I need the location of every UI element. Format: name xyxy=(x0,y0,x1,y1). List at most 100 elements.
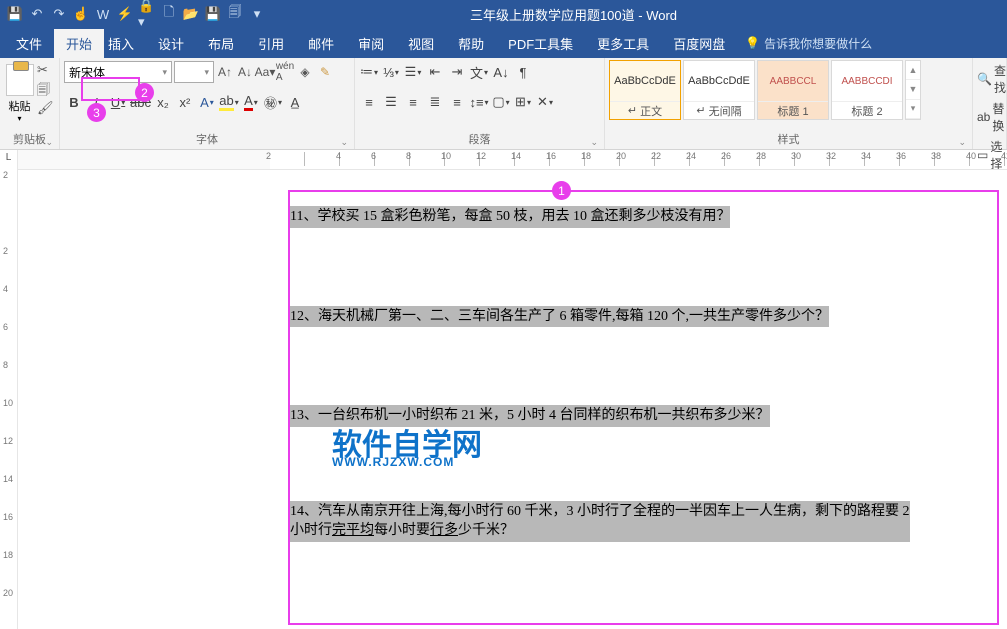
highlight-button[interactable]: ab▾ xyxy=(219,91,239,113)
style-preview: AaBbCcDdE xyxy=(684,61,754,101)
saveall-icon[interactable]: 🗐 xyxy=(226,5,244,23)
tab-mailings[interactable]: 邮件 xyxy=(296,29,346,58)
distribute-button[interactable]: ≡ xyxy=(447,91,467,113)
numbering-button[interactable]: ⅓▾ xyxy=(381,61,401,83)
vertical-ruler[interactable]: 22468101214161820 xyxy=(0,170,18,629)
style-preview: AABBCCL xyxy=(758,61,828,101)
text-line[interactable]: 12、海天机械厂第一、二、三车间各生产了 6 箱零件,每箱 120 个,一共生产… xyxy=(290,306,829,328)
snap-button[interactable]: ✕▾ xyxy=(535,91,555,113)
tab-layout[interactable]: 布局 xyxy=(196,29,246,58)
tab-baidu[interactable]: 百度网盘 xyxy=(661,29,737,58)
lock-icon[interactable]: 🔒▾ xyxy=(138,5,156,23)
tab-view[interactable]: 视图 xyxy=(396,29,446,58)
format-painter-icon[interactable]: 🖌 xyxy=(37,100,55,116)
replace-icon: ab xyxy=(977,110,990,124)
multilevel-button[interactable]: ☰▾ xyxy=(403,61,423,83)
style-heading2[interactable]: AABBCCDI 标题 2 xyxy=(831,60,903,120)
sort-button[interactable]: A↓ xyxy=(491,61,511,83)
text-direction-button[interactable]: 文▾ xyxy=(469,61,489,83)
find-button[interactable]: 🔍查找 xyxy=(977,62,1006,96)
page[interactable]: 1 2 3 11、学校买 15 盒彩色粉笔，每盒 50 枝，用去 10 盒还剩多… xyxy=(270,170,1007,629)
paste-button[interactable]: 粘贴 ▾ xyxy=(4,60,35,126)
style-heading1[interactable]: AABBCCL 标题 1 xyxy=(757,60,829,120)
align-justify-button[interactable]: ≣ xyxy=(425,91,445,113)
subscript-button[interactable]: x₂ xyxy=(153,91,173,113)
ruler-corner[interactable]: L xyxy=(0,150,18,170)
copy-icon[interactable]: 🗐 xyxy=(37,81,55,97)
align-left-button[interactable]: ≡ xyxy=(359,91,379,113)
tell-me[interactable]: 💡 告诉我你想要做什么 xyxy=(745,35,872,52)
eraser-icon[interactable]: ✎ xyxy=(316,62,334,82)
increase-indent-button[interactable]: ⇥ xyxy=(447,61,467,83)
decrease-indent-button[interactable]: ⇤ xyxy=(425,61,445,83)
tab-help[interactable]: 帮助 xyxy=(446,29,496,58)
phonetic-icon[interactable]: wénA xyxy=(276,62,294,82)
font-size-combo[interactable]: ▾ xyxy=(174,61,214,83)
group-paragraph: ≔▾ ⅓▾ ☰▾ ⇤ ⇥ 文▾ A↓ ¶ ≡ ☰ ≡ ≣ ≡ ↕≡▾ ▢▾ ⊞▾… xyxy=(355,58,605,149)
tab-review[interactable]: 审阅 xyxy=(346,29,396,58)
tab-references[interactable]: 引用 xyxy=(246,29,296,58)
style-gallery: AaBbCcDdE ↵正文 AaBbCcDdE ↵无间隔 AABBCCL 标题 … xyxy=(609,60,921,124)
undo-icon[interactable]: ↶ xyxy=(28,5,46,23)
style-expand-icon[interactable]: ▾ xyxy=(906,100,920,119)
customize-icon[interactable]: ▾ xyxy=(248,5,266,23)
shading-button[interactable]: ▢▾ xyxy=(491,91,511,113)
style-name-label: 标题 2 xyxy=(832,101,902,119)
borders-button[interactable]: ⊞▾ xyxy=(513,91,533,113)
text-effects-button[interactable]: A▾ xyxy=(197,91,217,113)
document-area: 22468101214161820 1 2 3 11、学校买 15 盒彩色粉笔，… xyxy=(0,170,1007,629)
cut-icon[interactable]: ✂ xyxy=(37,62,55,78)
group-font: 新宋体▾ ▾ A↑ A↓ Aa▾ wénA ◈ ✎ B I U▾ abc x₂ … xyxy=(60,58,355,149)
align-right-button[interactable]: ≡ xyxy=(403,91,423,113)
tab-moretools[interactable]: 更多工具 xyxy=(585,29,661,58)
show-marks-button[interactable]: ¶ xyxy=(513,61,533,83)
replace-button[interactable]: ab替换 xyxy=(977,100,1006,134)
shrink-font-icon[interactable]: A↓ xyxy=(236,62,254,82)
style-down-icon[interactable]: ▼ xyxy=(906,80,920,99)
search-icon: 🔍 xyxy=(977,72,992,86)
style-nospacing[interactable]: AaBbCcDdE ↵无间隔 xyxy=(683,60,755,120)
style-preview: AaBbCcDdE xyxy=(610,61,680,101)
style-name-label: 标题 1 xyxy=(758,101,828,119)
text-line[interactable]: 13、一台织布机一小时织布 21 米，5 小时 4 台同样的织布机一共织布多少米… xyxy=(290,405,770,427)
style-name-label: 正文 xyxy=(640,103,662,119)
annotation-callout-2: 2 xyxy=(135,83,154,102)
char-border-button[interactable]: A̲ xyxy=(285,91,305,113)
tab-pdf[interactable]: PDF工具集 xyxy=(496,29,585,58)
tab-home[interactable]: 开始 xyxy=(54,29,104,58)
group-clipboard: 粘贴 ▾ ✂ 🗐 🖌 剪贴板 xyxy=(0,58,60,149)
preview-icon[interactable]: W xyxy=(94,5,112,23)
touch-icon[interactable]: ☝ xyxy=(72,5,90,23)
bulb-icon: 💡 xyxy=(745,36,760,50)
open-icon[interactable]: 📂 xyxy=(182,5,200,23)
align-center-button[interactable]: ☰ xyxy=(381,91,401,113)
tab-file[interactable]: 文件 xyxy=(4,29,54,58)
tab-design[interactable]: 设计 xyxy=(146,29,196,58)
redo-icon[interactable]: ↷ xyxy=(50,5,68,23)
change-case-icon[interactable]: Aa▾ xyxy=(256,62,274,82)
tab-insert[interactable]: 插入 xyxy=(104,29,146,58)
paste-label: 粘贴 xyxy=(9,98,31,114)
para-mark-icon: ↵ xyxy=(628,104,637,117)
style-up-icon[interactable]: ▲ xyxy=(906,61,920,80)
clear-format-icon[interactable]: ◈ xyxy=(296,62,314,82)
line-spacing-button[interactable]: ↕≡▾ xyxy=(469,91,489,113)
title-bar: 💾 ↶ ↷ ☝ W ⚡ 🔒▾ 🗋 📂 💾 🗐 ▾ 三年级上册数学应用题100道 … xyxy=(0,0,1007,28)
grow-font-icon[interactable]: A↑ xyxy=(216,62,234,82)
horizontal-ruler: L 24681012141618202224262830323436384042… xyxy=(0,150,1007,170)
quick-icon[interactable]: ⚡ xyxy=(116,5,134,23)
replace-label: 替换 xyxy=(992,100,1006,134)
bullets-button[interactable]: ≔▾ xyxy=(359,61,379,83)
text-line[interactable]: 11、学校买 15 盒彩色粉笔，每盒 50 枝，用去 10 盒还剩多少枝没有用？ xyxy=(290,206,730,228)
text-line[interactable]: 14、汽车从南京开往上海,每小时行 60 千米，3 小时行了全程的一半因车上一人… xyxy=(290,501,910,542)
style-normal[interactable]: AaBbCcDdE ↵正文 xyxy=(609,60,681,120)
font-color-button[interactable]: A▾ xyxy=(241,91,261,113)
superscript-button[interactable]: x² xyxy=(175,91,195,113)
enclose-button[interactable]: ㊙▾ xyxy=(263,91,283,113)
save-icon[interactable]: 💾 xyxy=(6,5,24,23)
new-icon[interactable]: 🗋 xyxy=(160,5,178,23)
group-styles: AaBbCcDdE ↵正文 AaBbCcDdE ↵无间隔 AABBCCL 标题 … xyxy=(605,58,973,149)
save2-icon[interactable]: 💾 xyxy=(204,5,222,23)
tell-me-label: 告诉我你想要做什么 xyxy=(764,35,872,52)
ruler-scale[interactable]: 2468101214161820222426283032343638404244… xyxy=(270,150,1007,170)
